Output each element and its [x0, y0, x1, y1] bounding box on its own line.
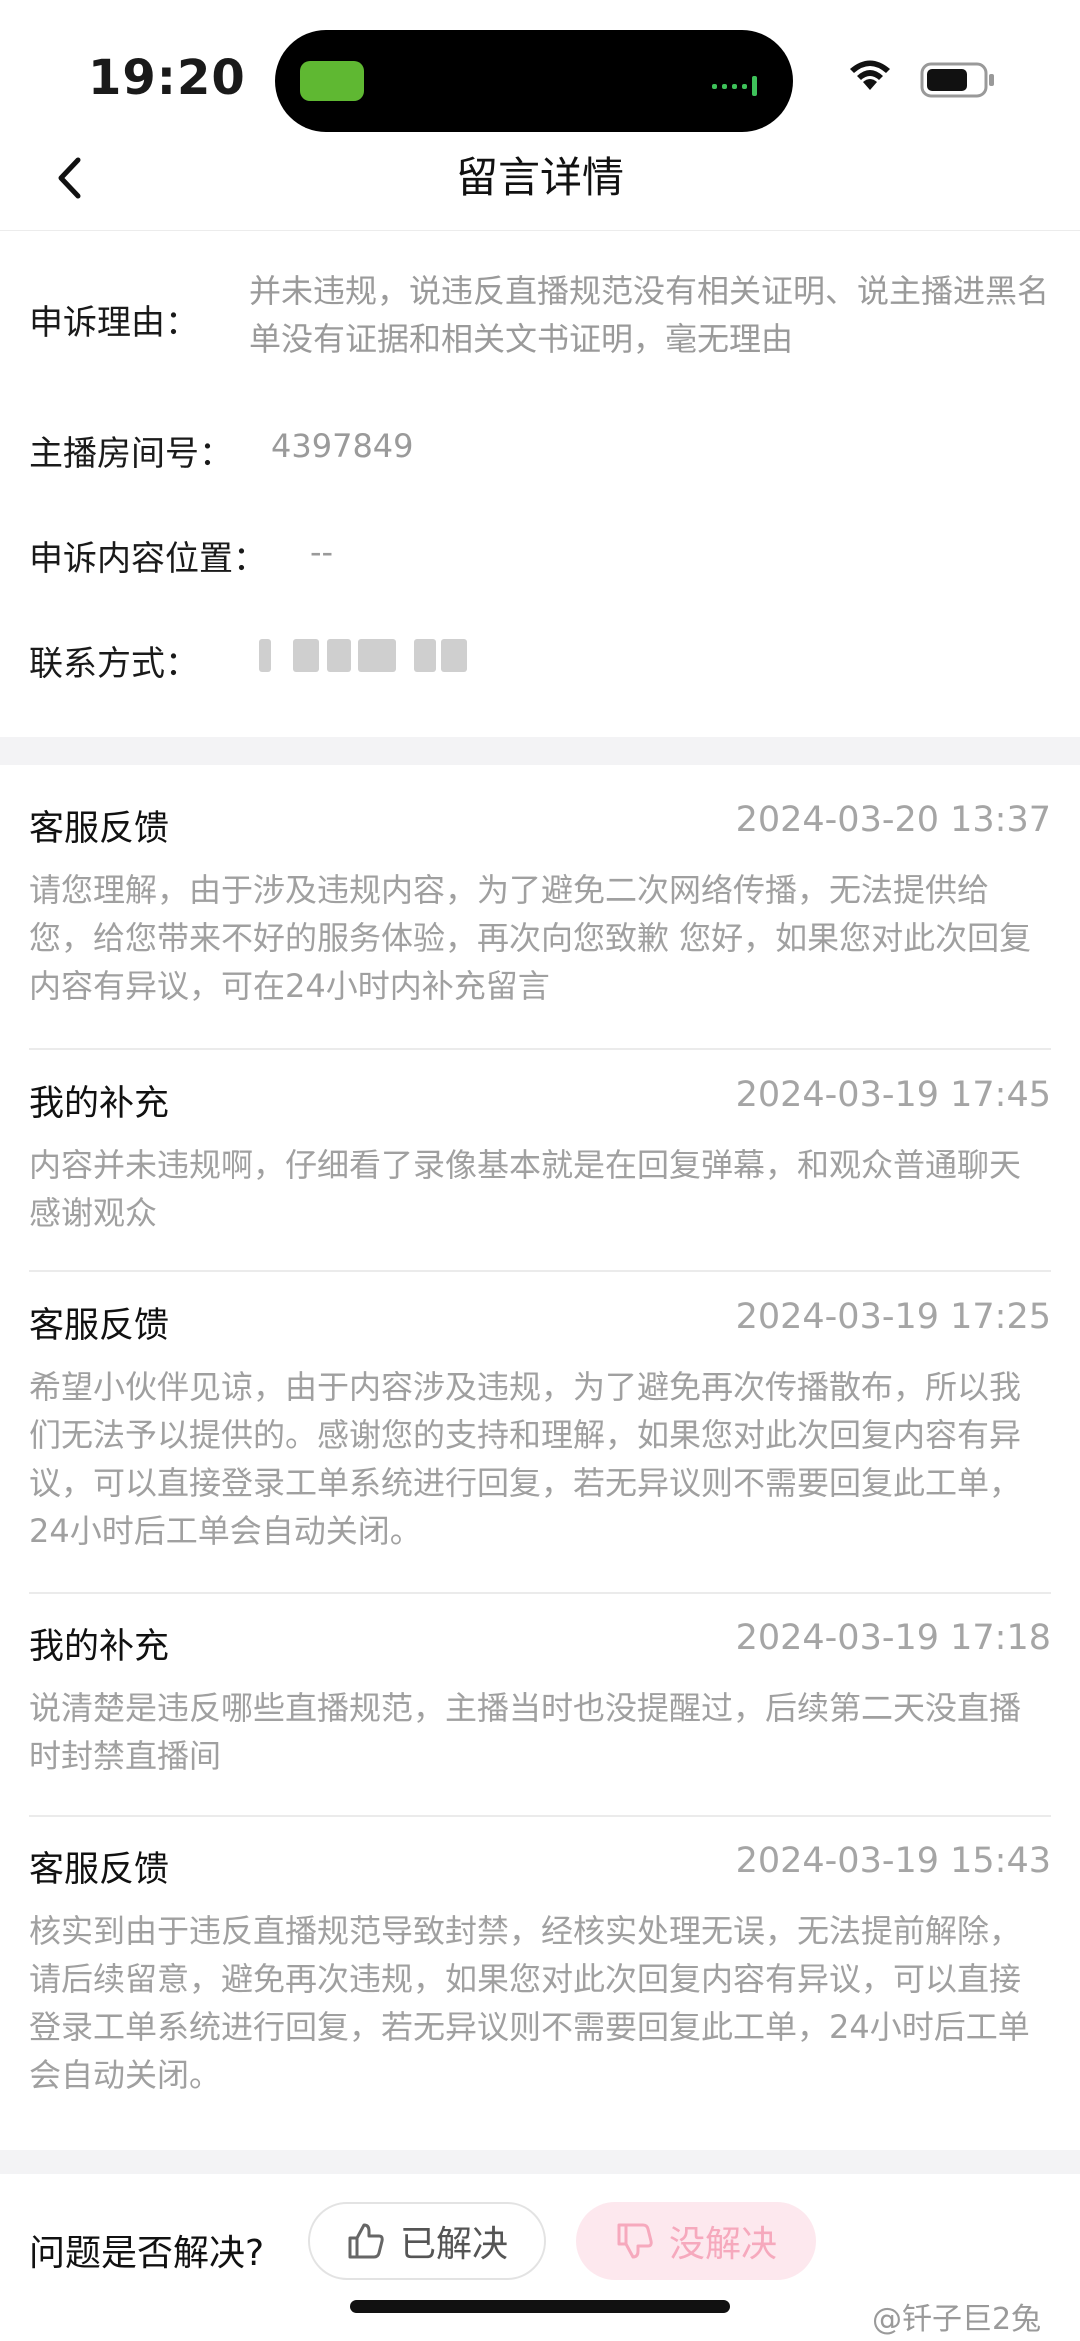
message-body: 请您理解，由于涉及违规内容，为了避免二次网络传播，无法提供给您，给您带来不好的服… [29, 871, 1032, 1005]
contact-label: 联系方式： [29, 644, 199, 684]
thumbs-down-icon [617, 2223, 653, 2259]
message-title: 客服反馈 [29, 1306, 170, 1346]
message-body: 核实到由于违反直播规范导致封禁，经核实处理无误，无法提前解除，请后续留意，避免再… [29, 1912, 1030, 2094]
divider [29, 1592, 1051, 1594]
message-time: 2024-03-19 15:43 [735, 1841, 1051, 1881]
resolved-button[interactable]: 已解决 [308, 2202, 546, 2280]
message-body: 内容并未违规啊，仔细看了录像基本就是在回复弹幕，和观众普通聊天感谢观众 [29, 1146, 1022, 1232]
message-body: 希望小伙伴见谅，由于内容涉及违规，为了避免再次传播散布，所以我们无法予以提供的。… [29, 1368, 1022, 1550]
appeal-position-label: 申诉内容位置： [29, 539, 267, 579]
unresolved-button[interactable]: 没解决 [576, 2202, 816, 2280]
watermark: @钎子巨2兔 [872, 2302, 1042, 2337]
status-bar: 19:20 [0, 0, 1080, 132]
wifi-icon [850, 60, 890, 90]
resolved-question: 问题是否解决? [29, 2233, 265, 2274]
message-time: 2024-03-20 13:37 [735, 800, 1051, 840]
home-indicator[interactable] [350, 2300, 730, 2313]
page-title: 留言详情 [455, 153, 624, 202]
message-title: 客服反馈 [29, 809, 170, 849]
room-number-value: 4397849 [271, 427, 414, 465]
live-activity-icon [300, 61, 364, 101]
message-body: 说清楚是违反哪些直播规范，主播当时也没提醒过，后续第二天没直播时封禁直播间 [29, 1689, 1022, 1775]
appeal-reason-text: 并未违规，说违反直播规范没有相关证明、说主播进黑名单没有证据和相关文书证明，毫无… [249, 272, 1050, 358]
divider [29, 1048, 1051, 1050]
appeal-reason-label: 申诉理由： [29, 303, 199, 343]
message-title: 我的补充 [29, 1084, 170, 1124]
audio-wave-icon [712, 76, 757, 96]
nav-bar: 留言详情 [0, 130, 1080, 231]
message-title: 我的补充 [29, 1627, 170, 1667]
message-time: 2024-03-19 17:25 [735, 1297, 1051, 1337]
unresolved-button-label: 没解决 [668, 2224, 777, 2265]
appeal-position-value: -- [310, 533, 334, 571]
divider [29, 1270, 1051, 1272]
message-time: 2024-03-19 17:18 [735, 1618, 1051, 1658]
message-title: 客服反馈 [29, 1850, 170, 1890]
section-separator [0, 737, 1080, 765]
dynamic-island [275, 30, 793, 132]
message-time: 2024-03-19 17:45 [735, 1075, 1051, 1115]
section-separator [0, 2150, 1080, 2174]
divider [29, 1815, 1051, 1817]
battery-icon [920, 62, 994, 98]
resolved-button-label: 已解决 [399, 2224, 508, 2265]
thumbs-up-icon [348, 2223, 384, 2259]
room-number-label: 主播房间号： [29, 434, 233, 474]
status-time: 19:20 [88, 50, 246, 106]
